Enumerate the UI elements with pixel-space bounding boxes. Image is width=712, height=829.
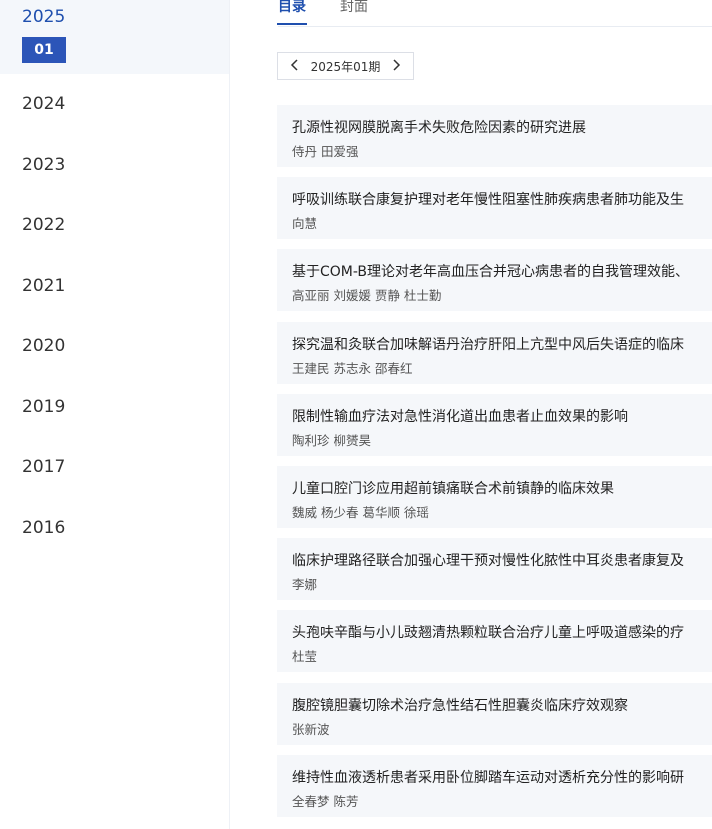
issue-selector: 2025年01期 xyxy=(277,52,414,80)
article-item[interactable]: 腹腔镜胆囊切除术治疗急性结石性胆囊炎临床疗效观察 张新波 xyxy=(277,682,712,745)
year-item[interactable]: 2017 xyxy=(0,437,229,498)
current-month-pill[interactable]: 01 xyxy=(22,37,66,63)
article-authors: 全春梦 陈芳 xyxy=(292,793,359,809)
article-authors: 杜莹 xyxy=(292,649,318,665)
page: 2025 01 2024 2023 2022 2021 2020 2019 20… xyxy=(0,0,712,829)
year-item[interactable]: 2019 xyxy=(0,377,229,438)
chevron-right-icon[interactable] xyxy=(392,58,401,74)
current-year[interactable]: 2025 xyxy=(22,6,229,28)
content-tabs: 目录 封面 xyxy=(277,0,712,27)
article-title[interactable]: 呼吸训练联合康复护理对老年慢性阻塞性肺疾病患者肺功能及生 xyxy=(292,191,712,209)
article-authors: 向慧 xyxy=(292,216,318,232)
article-item[interactable]: 临床护理路径联合加强心理干预对慢性化脓性中耳炎患者康复及 李娜 xyxy=(277,538,712,601)
article-title[interactable]: 基于COM-B理论对老年高血压合并冠心病患者的自我管理效能、 xyxy=(292,263,712,281)
article-item[interactable]: 头孢呋辛酯与小儿豉翘清热颗粒联合治疗儿童上呼吸道感染的疗 杜莹 xyxy=(277,610,712,673)
year-list: 2024 2023 2022 2021 2020 2019 2017 2016 xyxy=(0,74,229,558)
issue-label: 2025年01期 xyxy=(310,59,381,74)
article-authors: 高亚丽 刘媛媛 贾静 杜士勤 xyxy=(292,288,442,304)
article-authors: 侍丹 田爱强 xyxy=(292,144,359,159)
year-item[interactable]: 2020 xyxy=(0,316,229,377)
tab-cover[interactable]: 封面 xyxy=(340,0,368,24)
article-title[interactable]: 临床护理路径联合加强心理干预对慢性化脓性中耳炎患者康复及 xyxy=(292,552,712,570)
article-title[interactable]: 维持性血液透析患者采用卧位脚踏车运动对透析充分性的影响研 xyxy=(292,769,712,787)
article-item[interactable]: 呼吸训练联合康复护理对老年慢性阻塞性肺疾病患者肺功能及生 向慧 xyxy=(277,177,712,240)
year-item[interactable]: 2024 xyxy=(0,74,229,135)
article-item[interactable]: 基于COM-B理论对老年高血压合并冠心病患者的自我管理效能、 高亚丽 刘媛媛 贾… xyxy=(277,249,712,312)
current-year-group: 2025 01 xyxy=(0,0,229,74)
article-title[interactable]: 探究温和灸联合加味解语丹治疗肝阳上亢型中风后失语症的临床 xyxy=(292,336,712,354)
chevron-left-icon[interactable] xyxy=(290,58,299,74)
year-item[interactable]: 2016 xyxy=(0,498,229,559)
article-authors: 李娜 xyxy=(292,577,318,593)
year-item[interactable]: 2022 xyxy=(0,195,229,256)
year-item[interactable]: 2021 xyxy=(0,256,229,317)
main-content: 目录 封面 2025年01期 孔源性视网膜脱离手术失败危险因素的研究进展 侍丹 … xyxy=(230,0,712,829)
article-title[interactable]: 腹腔镜胆囊切除术治疗急性结石性胆囊炎临床疗效观察 xyxy=(292,697,712,715)
article-item[interactable]: 孔源性视网膜脱离手术失败危险因素的研究进展 侍丹 田爱强 xyxy=(277,105,712,167)
year-sidebar: 2025 01 2024 2023 2022 2021 2020 2019 20… xyxy=(0,0,230,829)
article-title[interactable]: 头孢呋辛酯与小儿豉翘清热颗粒联合治疗儿童上呼吸道感染的疗 xyxy=(292,624,712,642)
article-title[interactable]: 孔源性视网膜脱离手术失败危险因素的研究进展 xyxy=(292,119,712,137)
article-item[interactable]: 维持性血液透析患者采用卧位脚踏车运动对透析充分性的影响研 全春梦 陈芳 xyxy=(277,754,712,817)
article-title[interactable]: 儿童口腔门诊应用超前镇痛联合术前镇静的临床效果 xyxy=(292,480,712,498)
article-list: 孔源性视网膜脱离手术失败危险因素的研究进展 侍丹 田爱强 呼吸训练联合康复护理对… xyxy=(277,105,712,827)
article-item[interactable]: 探究温和灸联合加味解语丹治疗肝阳上亢型中风后失语症的临床 王建民 苏志永 邵春红 xyxy=(277,321,712,384)
article-authors: 张新波 xyxy=(292,721,330,737)
article-item[interactable]: 限制性输血疗法对急性消化道出血患者止血效果的影响 陶利珍 柳赟昊 xyxy=(277,393,712,456)
article-authors: 魏威 杨少春 葛华顺 徐瑶 xyxy=(292,504,429,520)
article-authors: 王建民 苏志永 邵春红 xyxy=(292,360,413,376)
year-item[interactable]: 2023 xyxy=(0,135,229,196)
article-authors: 陶利珍 柳赟昊 xyxy=(292,432,371,448)
article-item[interactable]: 儿童口腔门诊应用超前镇痛联合术前镇静的临床效果 魏威 杨少春 葛华顺 徐瑶 xyxy=(277,465,712,528)
tab-contents[interactable]: 目录 xyxy=(277,0,307,25)
article-title[interactable]: 限制性输血疗法对急性消化道出血患者止血效果的影响 xyxy=(292,408,712,426)
